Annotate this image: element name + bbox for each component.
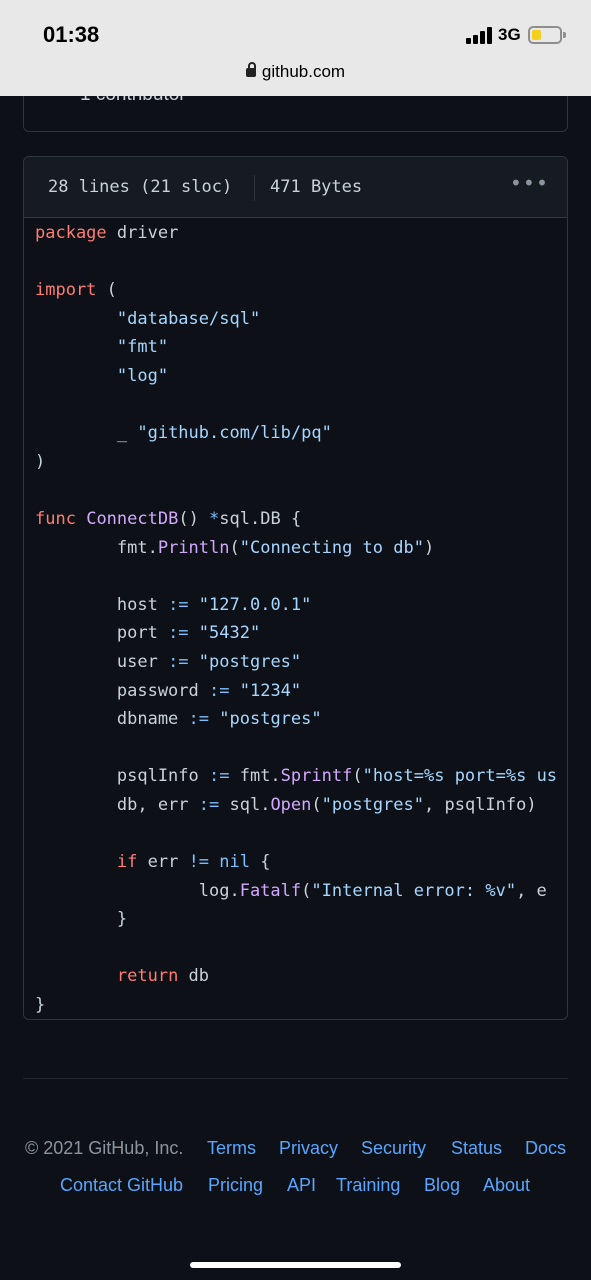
file-line-count: 28 lines (21 sloc): [48, 177, 233, 197]
code-line: ​: [35, 934, 567, 963]
code-line: ​: [35, 476, 567, 505]
footer-link-about[interactable]: About: [483, 1175, 530, 1196]
divider: [254, 175, 255, 201]
url-text: github.com: [261, 62, 346, 81]
battery-icon: [528, 26, 566, 44]
copyright: © 2021 GitHub, Inc.: [25, 1138, 184, 1158]
footer-link-training[interactable]: Training: [336, 1175, 400, 1196]
code-line: }: [35, 995, 46, 1016]
code-line: ​: [35, 391, 567, 420]
footer-link-contact[interactable]: Contact GitHub: [60, 1175, 183, 1196]
network-type: 3G: [498, 25, 521, 44]
footer-divider: [23, 1078, 568, 1079]
code-line: ​: [35, 248, 567, 277]
code-line: fmt.Println("Connecting to db"): [35, 537, 435, 558]
code-viewer: 28 lines (21 sloc) 471 Bytes ••• package…: [23, 156, 568, 1020]
code-line: package driver: [35, 223, 179, 243]
code-line: psqlInfo := fmt.Sprintf("host=%s port=%s…: [35, 766, 558, 787]
code-line: user := "postgres": [35, 651, 302, 672]
file-info-header: 28 lines (21 sloc) 471 Bytes •••: [24, 157, 567, 218]
code-line: dbname := "postgres": [35, 709, 322, 730]
code-line: ​: [35, 819, 567, 848]
code-line: "fmt": [116, 337, 169, 358]
footer-link-security[interactable]: Security: [361, 1138, 426, 1159]
code-line: ​: [35, 734, 567, 763]
home-indicator: [190, 1262, 401, 1268]
code-line: db, err := sql.Open("postgres", psqlInfo…: [35, 794, 537, 815]
footer-link-docs[interactable]: Docs: [525, 1138, 566, 1159]
code-line: "database/sql": [116, 308, 261, 329]
code-line: ​: [35, 562, 567, 591]
lock-icon: [245, 62, 256, 77]
url-bar[interactable]: github.com: [0, 62, 591, 82]
footer-link-pricing[interactable]: Pricing: [208, 1175, 263, 1196]
code-line: if err != nil {: [116, 852, 271, 873]
code-line: host := "127.0.0.1": [35, 594, 312, 615]
kebab-menu-icon[interactable]: •••: [510, 171, 549, 195]
code-line: log.Fatalf("Internal error: %v", e: [35, 880, 547, 901]
code-line: _ "github.com/lib/pq": [35, 423, 332, 444]
status-bar: 01:38 3G github.com: [0, 0, 591, 96]
code-line: password := "1234": [35, 680, 302, 701]
file-size: 471 Bytes: [270, 177, 363, 197]
code-line: "log": [116, 365, 169, 386]
code-line: port := "5432": [35, 623, 261, 644]
footer-link-blog[interactable]: Blog: [424, 1175, 460, 1196]
footer-link-api[interactable]: API: [287, 1175, 316, 1196]
code-line: ): [35, 451, 46, 472]
footer-link-status[interactable]: Status: [451, 1138, 502, 1159]
footer-link-terms[interactable]: Terms: [207, 1138, 256, 1159]
code-line: func ConnectDB() *sql.DB {: [35, 508, 302, 529]
footer-link-privacy[interactable]: Privacy: [279, 1138, 338, 1159]
code-line: return db: [116, 966, 210, 987]
code-line: import (: [35, 280, 117, 301]
status-time: 01:38: [43, 22, 100, 47]
code-line: }: [35, 909, 128, 930]
code-content: package driver ​ import ( "database/sql" "…: [35, 219, 567, 1019]
signal-icon: [466, 27, 494, 44]
